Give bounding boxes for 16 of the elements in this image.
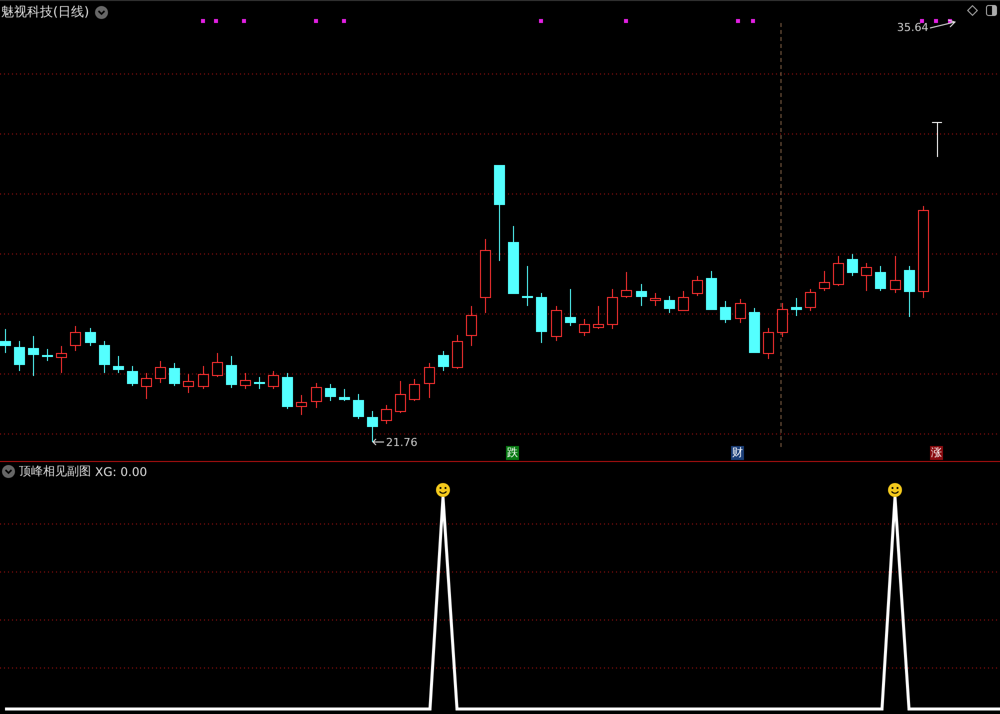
event-marker: 财	[731, 446, 744, 460]
indicator-name: 顶峰相见副图	[19, 463, 91, 480]
smiley-icon	[888, 483, 902, 497]
event-marker: 跌	[506, 446, 519, 460]
chart-title: 魅视科技(日线)	[1, 4, 90, 21]
event-marker: 涨	[930, 446, 943, 460]
panel-toggle-icon[interactable]	[986, 5, 997, 16]
diamond-icon[interactable]	[967, 5, 978, 16]
low-price-label: 21.76	[386, 436, 418, 449]
low-arrow	[372, 438, 384, 446]
high-arrow	[930, 20, 956, 28]
dropdown-icon[interactable]	[2, 465, 15, 478]
dropdown-icon[interactable]	[95, 6, 108, 18]
indicator-reading: XG: 0.00	[95, 464, 148, 478]
high-price-label: 35.64	[897, 21, 928, 34]
smiley-icon	[436, 483, 450, 497]
